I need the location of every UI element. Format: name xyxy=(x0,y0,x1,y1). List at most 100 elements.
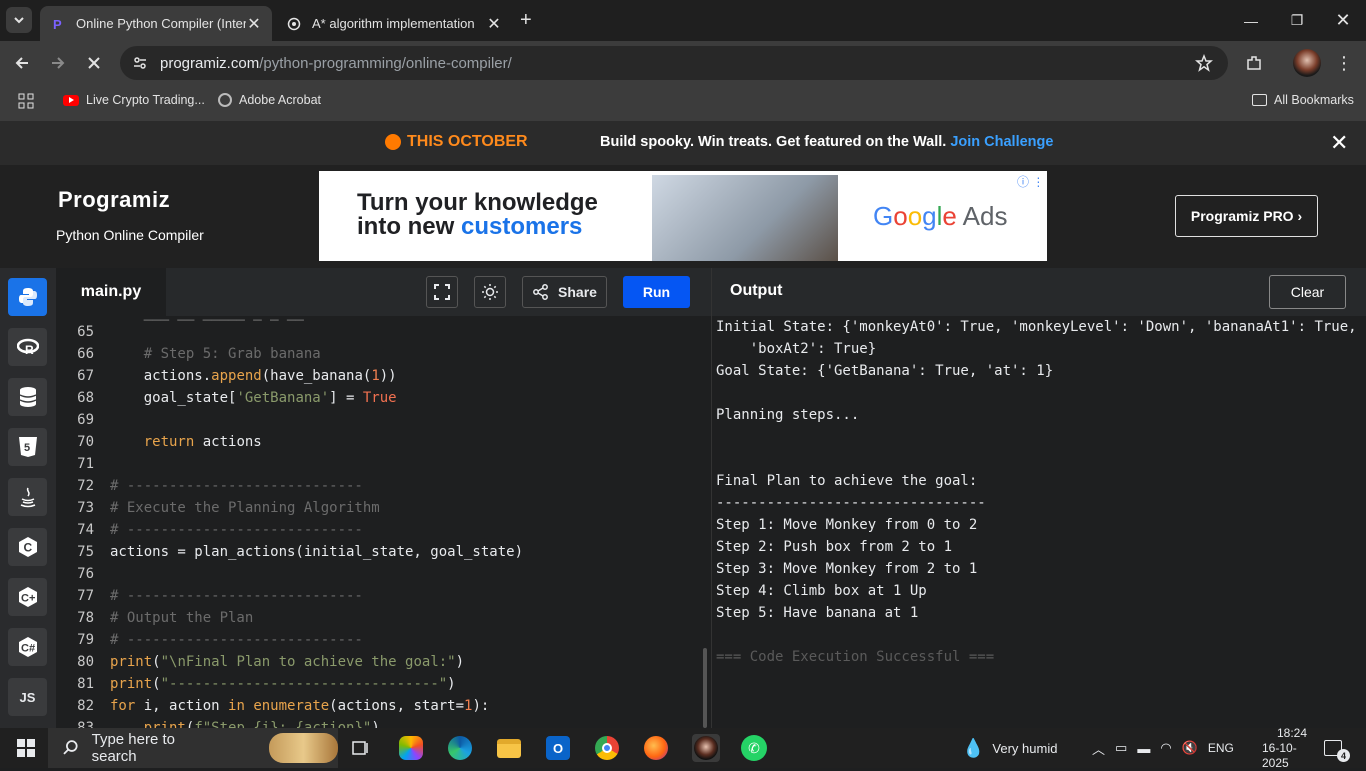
tab-online-python-compiler[interactable]: P Online Python Compiler (Interpreter) ✕ xyxy=(40,6,272,41)
site-info-icon[interactable] xyxy=(132,55,148,71)
theme-toggle-button[interactable] xyxy=(474,276,506,308)
site-header: Programiz Python Online Compiler Turn yo… xyxy=(0,165,1366,268)
file-explorer-icon[interactable] xyxy=(495,734,523,762)
back-icon[interactable] xyxy=(10,51,34,75)
volume-muted-icon[interactable]: 🔇 xyxy=(1182,740,1198,756)
share-label: Share xyxy=(558,284,597,300)
chatgpt-favicon-icon xyxy=(286,16,302,32)
code-line: 80 print("\nFinal Plan to achieve the goa… xyxy=(77,654,465,670)
close-tab-icon[interactable]: ✕ xyxy=(246,14,262,34)
code-line: 83 print(f"Step {i}: {action}") xyxy=(77,720,380,728)
all-bookmarks[interactable]: All Bookmarks xyxy=(1252,93,1354,107)
task-view-icon[interactable] xyxy=(347,734,375,762)
browser-tab-strip: P Online Python Compiler (Interpreter) ✕… xyxy=(0,0,1366,41)
copilot-icon[interactable] xyxy=(397,734,425,762)
banner-highlight-text: THIS OCTOBER xyxy=(407,133,528,150)
code-line: 74 # ---------------------------- xyxy=(77,522,363,538)
java-icon[interactable] xyxy=(8,478,47,516)
show-hidden-icons-icon[interactable]: ︿ xyxy=(1092,739,1105,758)
ad-info-icon[interactable]: ⓘ ⋮ xyxy=(1017,173,1044,190)
output-line: 'boxAt2': True} xyxy=(716,341,877,357)
programiz-logo[interactable]: Programiz xyxy=(58,187,170,213)
google-ad-banner[interactable]: Turn your knowledge into new customers G… xyxy=(319,171,1047,261)
file-tab-main-py[interactable]: main.py xyxy=(56,268,166,316)
svg-text:C: C xyxy=(23,541,32,555)
menu-icon[interactable]: ⋮ xyxy=(1334,51,1354,75)
banner-close-icon[interactable]: ✕ xyxy=(1330,130,1348,156)
new-tab-icon[interactable]: + xyxy=(520,9,532,32)
code-line: 70 return actions xyxy=(77,434,262,450)
editor-scrollbar[interactable] xyxy=(703,648,707,728)
svg-text:5: 5 xyxy=(24,442,30,454)
wifi-icon[interactable]: ◠ xyxy=(1160,740,1171,756)
clock-date: 16-10-2025 xyxy=(1262,740,1297,770)
code-line: 82 for i, action in enumerate(actions, st… xyxy=(77,698,490,714)
whatsapp-icon[interactable]: ✆ xyxy=(740,734,768,762)
programiz-pro-button[interactable]: Programiz PRO › xyxy=(1175,195,1318,237)
output-panel: Initial State: {'monkeyAt0': True, 'monk… xyxy=(711,316,1366,728)
language-indicator[interactable]: ENG xyxy=(1208,741,1234,755)
forward-icon[interactable] xyxy=(46,51,70,75)
notification-icon: 4 xyxy=(1324,740,1350,762)
search-icon xyxy=(63,740,78,755)
programiz-favicon-icon: P xyxy=(50,16,66,32)
code-line: 81 print("-------------------------------… xyxy=(77,676,456,692)
share-button[interactable]: Share xyxy=(522,276,607,308)
bookmark-star-icon[interactable] xyxy=(1192,51,1216,75)
csharp-icon[interactable]: C# xyxy=(8,628,47,666)
execution-status: === Code Execution Successful === xyxy=(716,649,995,665)
taskbar-search[interactable]: Type here to search xyxy=(48,728,338,768)
clear-button[interactable]: Clear xyxy=(1269,275,1346,309)
language-rail: R 5 C C+ C# JS xyxy=(0,268,56,728)
bookmarks-bar: Live Crypto Trading... Adobe Acrobat All… xyxy=(0,85,1366,121)
battery-icon[interactable]: ▬ xyxy=(1137,741,1150,756)
notifications-button[interactable]: 4 xyxy=(1324,728,1350,768)
close-tab-icon[interactable]: ✕ xyxy=(486,14,502,34)
apps-grid-icon[interactable] xyxy=(18,93,34,109)
code-editor[interactable]: ─── ── ───── ─ ─ ── 65 66 # Step 5: Grab… xyxy=(56,316,711,728)
join-challenge-link[interactable]: Join Challenge xyxy=(950,134,1053,150)
address-bar[interactable]: programiz.com/python-programming/online-… xyxy=(120,46,1228,80)
bookmark-adobe-acrobat[interactable]: Adobe Acrobat xyxy=(218,93,321,107)
code-line: 77 # ---------------------------- xyxy=(77,588,363,604)
meet-now-icon[interactable]: ▭ xyxy=(1115,740,1127,756)
tab-a-star-algorithm[interactable]: A* algorithm implementation ✕ xyxy=(276,6,512,41)
js-icon[interactable]: JS xyxy=(8,678,47,716)
minimize-icon[interactable]: — xyxy=(1228,0,1274,41)
edge-icon[interactable] xyxy=(446,734,474,762)
weather-widget[interactable]: 💧 Very humid xyxy=(962,728,1057,768)
fullscreen-button[interactable] xyxy=(426,276,458,308)
profile-avatar[interactable] xyxy=(1292,49,1322,77)
windows-start-icon[interactable] xyxy=(12,734,40,762)
sql-icon[interactable] xyxy=(8,378,47,416)
clock[interactable]: 18:24 16-10-2025 xyxy=(1262,726,1322,770)
svg-text:C+: C+ xyxy=(21,593,35,605)
ad-headline: Turn your knowledge into new customers xyxy=(357,191,598,239)
bookmark-live-crypto[interactable]: Live Crypto Trading... xyxy=(63,93,205,107)
python-icon[interactable] xyxy=(8,278,47,316)
r-icon[interactable]: R xyxy=(8,328,47,366)
close-window-icon[interactable]: ✕ xyxy=(1320,0,1366,41)
ad-line1: Turn your knowledge xyxy=(357,189,598,216)
cpp-icon[interactable]: C+ xyxy=(8,578,47,616)
stop-loading-icon[interactable] xyxy=(82,51,106,75)
firefox-icon[interactable] xyxy=(642,734,670,762)
tab-search-button[interactable] xyxy=(6,7,32,33)
code-line: 79 # ---------------------------- xyxy=(77,632,363,648)
code-line: 68 goal_state['GetBanana'] = True xyxy=(77,390,397,406)
chrome-profile-icon[interactable] xyxy=(692,734,720,762)
outlook-icon[interactable]: O xyxy=(544,734,572,762)
restore-icon[interactable]: ❐ xyxy=(1274,0,1320,41)
chrome-icon[interactable] xyxy=(593,734,621,762)
code-line: 66 # Step 5: Grab banana xyxy=(77,346,321,362)
run-button[interactable]: Run xyxy=(623,276,690,308)
banner-message: Build spooky. Win treats. Get featured o… xyxy=(600,134,1053,150)
extensions-icon[interactable] xyxy=(1242,51,1266,75)
code-line: 73 # Execute the Planning Algorithm xyxy=(77,500,380,516)
html5-icon[interactable]: 5 xyxy=(8,428,47,466)
c-icon[interactable]: C xyxy=(8,528,47,566)
output-line: Step 3: Move Monkey from 2 to 1 xyxy=(716,561,978,577)
bookmark-label: Live Crypto Trading... xyxy=(86,93,205,107)
output-line: Step 1: Move Monkey from 0 to 2 xyxy=(716,517,978,533)
fullscreen-icon xyxy=(434,284,450,300)
